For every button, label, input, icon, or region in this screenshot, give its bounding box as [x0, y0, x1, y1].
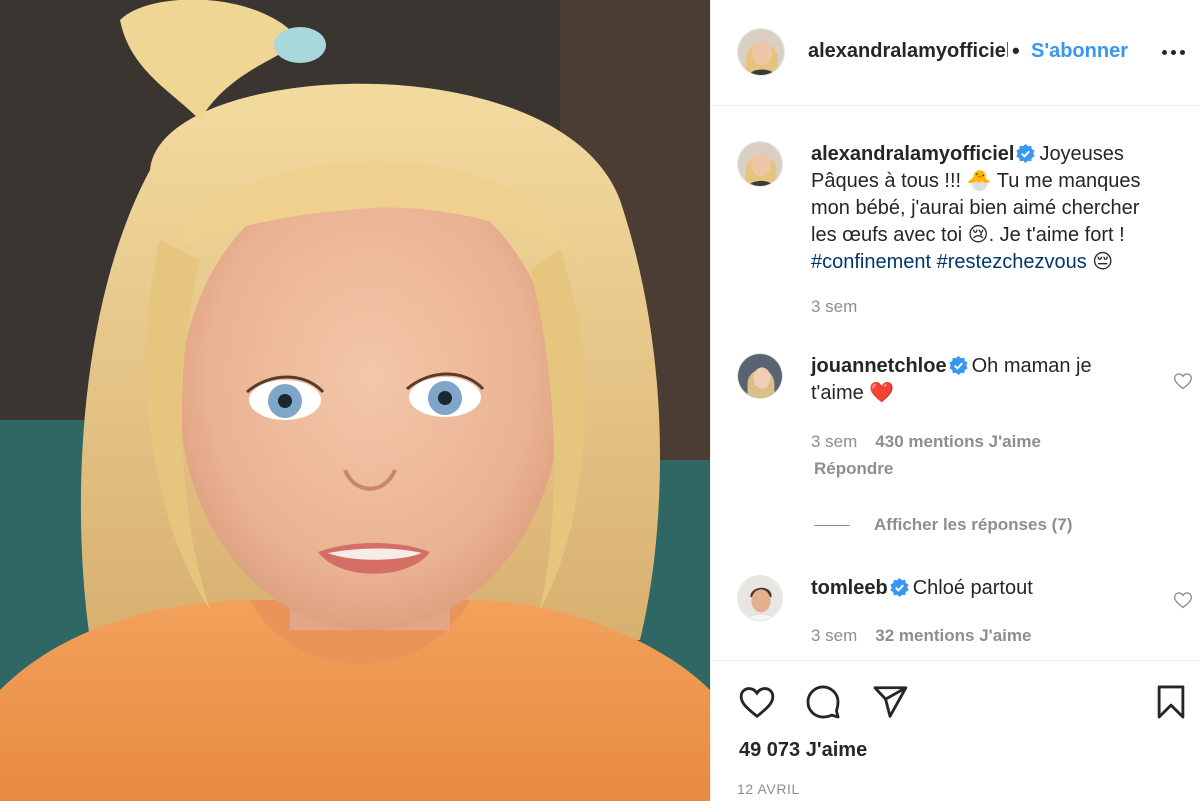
post-side-panel: alexandralamyofficiel • S'abonner alexan…: [710, 0, 1200, 801]
separator-dot: •: [1012, 38, 1020, 63]
post-photo[interactable]: [0, 0, 710, 801]
comments-list[interactable]: alexandralamyofficiel Joyeuses Pâques à t…: [711, 107, 1200, 660]
comment-like-heart-icon[interactable]: [1173, 371, 1193, 391]
comment-1-line-2: t'aime ❤️: [811, 382, 895, 404]
comment-1-time[interactable]: 3 sem: [811, 432, 857, 451]
hashtag-confinement[interactable]: #confinement: [811, 251, 931, 273]
caption-username[interactable]: alexandralamyofficiel: [811, 143, 1014, 165]
hashtag-restezchezvous[interactable]: #restezchezvous: [937, 251, 1087, 273]
comment-like-heart-icon[interactable]: [1173, 590, 1193, 610]
view-replies-button[interactable]: Afficher les réponses (7): [874, 515, 1072, 535]
author-avatar[interactable]: [737, 28, 785, 76]
more-options-icon[interactable]: [1160, 40, 1188, 64]
comment-icon[interactable]: [804, 683, 842, 721]
caption-line-4: les œufs avec toi 😢. Je t'aime fort !: [811, 224, 1125, 246]
comment-2-meta: 3 sem 32 mentions J'aime: [811, 626, 1031, 646]
follow-button[interactable]: S'abonner: [1031, 40, 1128, 63]
caption-meta: 3 sem: [811, 297, 875, 317]
share-icon[interactable]: [871, 683, 909, 721]
caption-text: alexandralamyofficiel Joyeuses Pâques à t…: [811, 143, 1141, 273]
comment-avatar-jouannetchloe[interactable]: [737, 353, 783, 399]
comment-1-likes[interactable]: 430 mentions J'aime: [875, 432, 1041, 451]
author-username[interactable]: alexandralamyofficiel: [808, 40, 1008, 63]
verified-icon: [1016, 144, 1036, 163]
comment-2-time[interactable]: 3 sem: [811, 626, 857, 645]
heart-icon[interactable]: [738, 683, 776, 721]
caption-line-2: Pâques à tous !!! 🐣 Tu me manques: [811, 170, 1141, 192]
verified-icon: [890, 578, 909, 597]
verified-icon: [948, 356, 968, 375]
likes-count[interactable]: 49 073 J'aime: [739, 739, 867, 762]
comment-1-meta: 3 sem 430 mentions J'aime: [811, 432, 1041, 452]
reply-button[interactable]: Répondre: [814, 459, 893, 479]
post-header: alexandralamyofficiel • S'abonner: [711, 0, 1200, 106]
caption-emoji: 😔: [1092, 251, 1114, 273]
caption-author-avatar[interactable]: [737, 141, 783, 187]
post-actions: 49 073 J'aime 12 AVRIL: [711, 660, 1200, 801]
comment-username-1[interactable]: jouannetchloe: [811, 355, 947, 377]
caption-time[interactable]: 3 sem: [811, 297, 857, 316]
caption-line-3: mon bébé, j'aurai bien aimé chercher: [811, 197, 1140, 219]
post-date[interactable]: 12 AVRIL: [737, 781, 800, 797]
child-portrait-image: [0, 0, 710, 801]
comment-text-2: tomleeb Chloé partout: [811, 577, 1033, 599]
comment-avatar-tomleeb[interactable]: [737, 575, 783, 621]
replies-divider: [814, 525, 850, 526]
comment-username-2[interactable]: tomleeb: [811, 577, 888, 599]
bookmark-icon[interactable]: [1152, 683, 1190, 721]
comment-text-1: jouannetchloe Oh maman je t'aime ❤️: [811, 353, 1092, 407]
comment-2-likes[interactable]: 32 mentions J'aime: [875, 626, 1031, 645]
